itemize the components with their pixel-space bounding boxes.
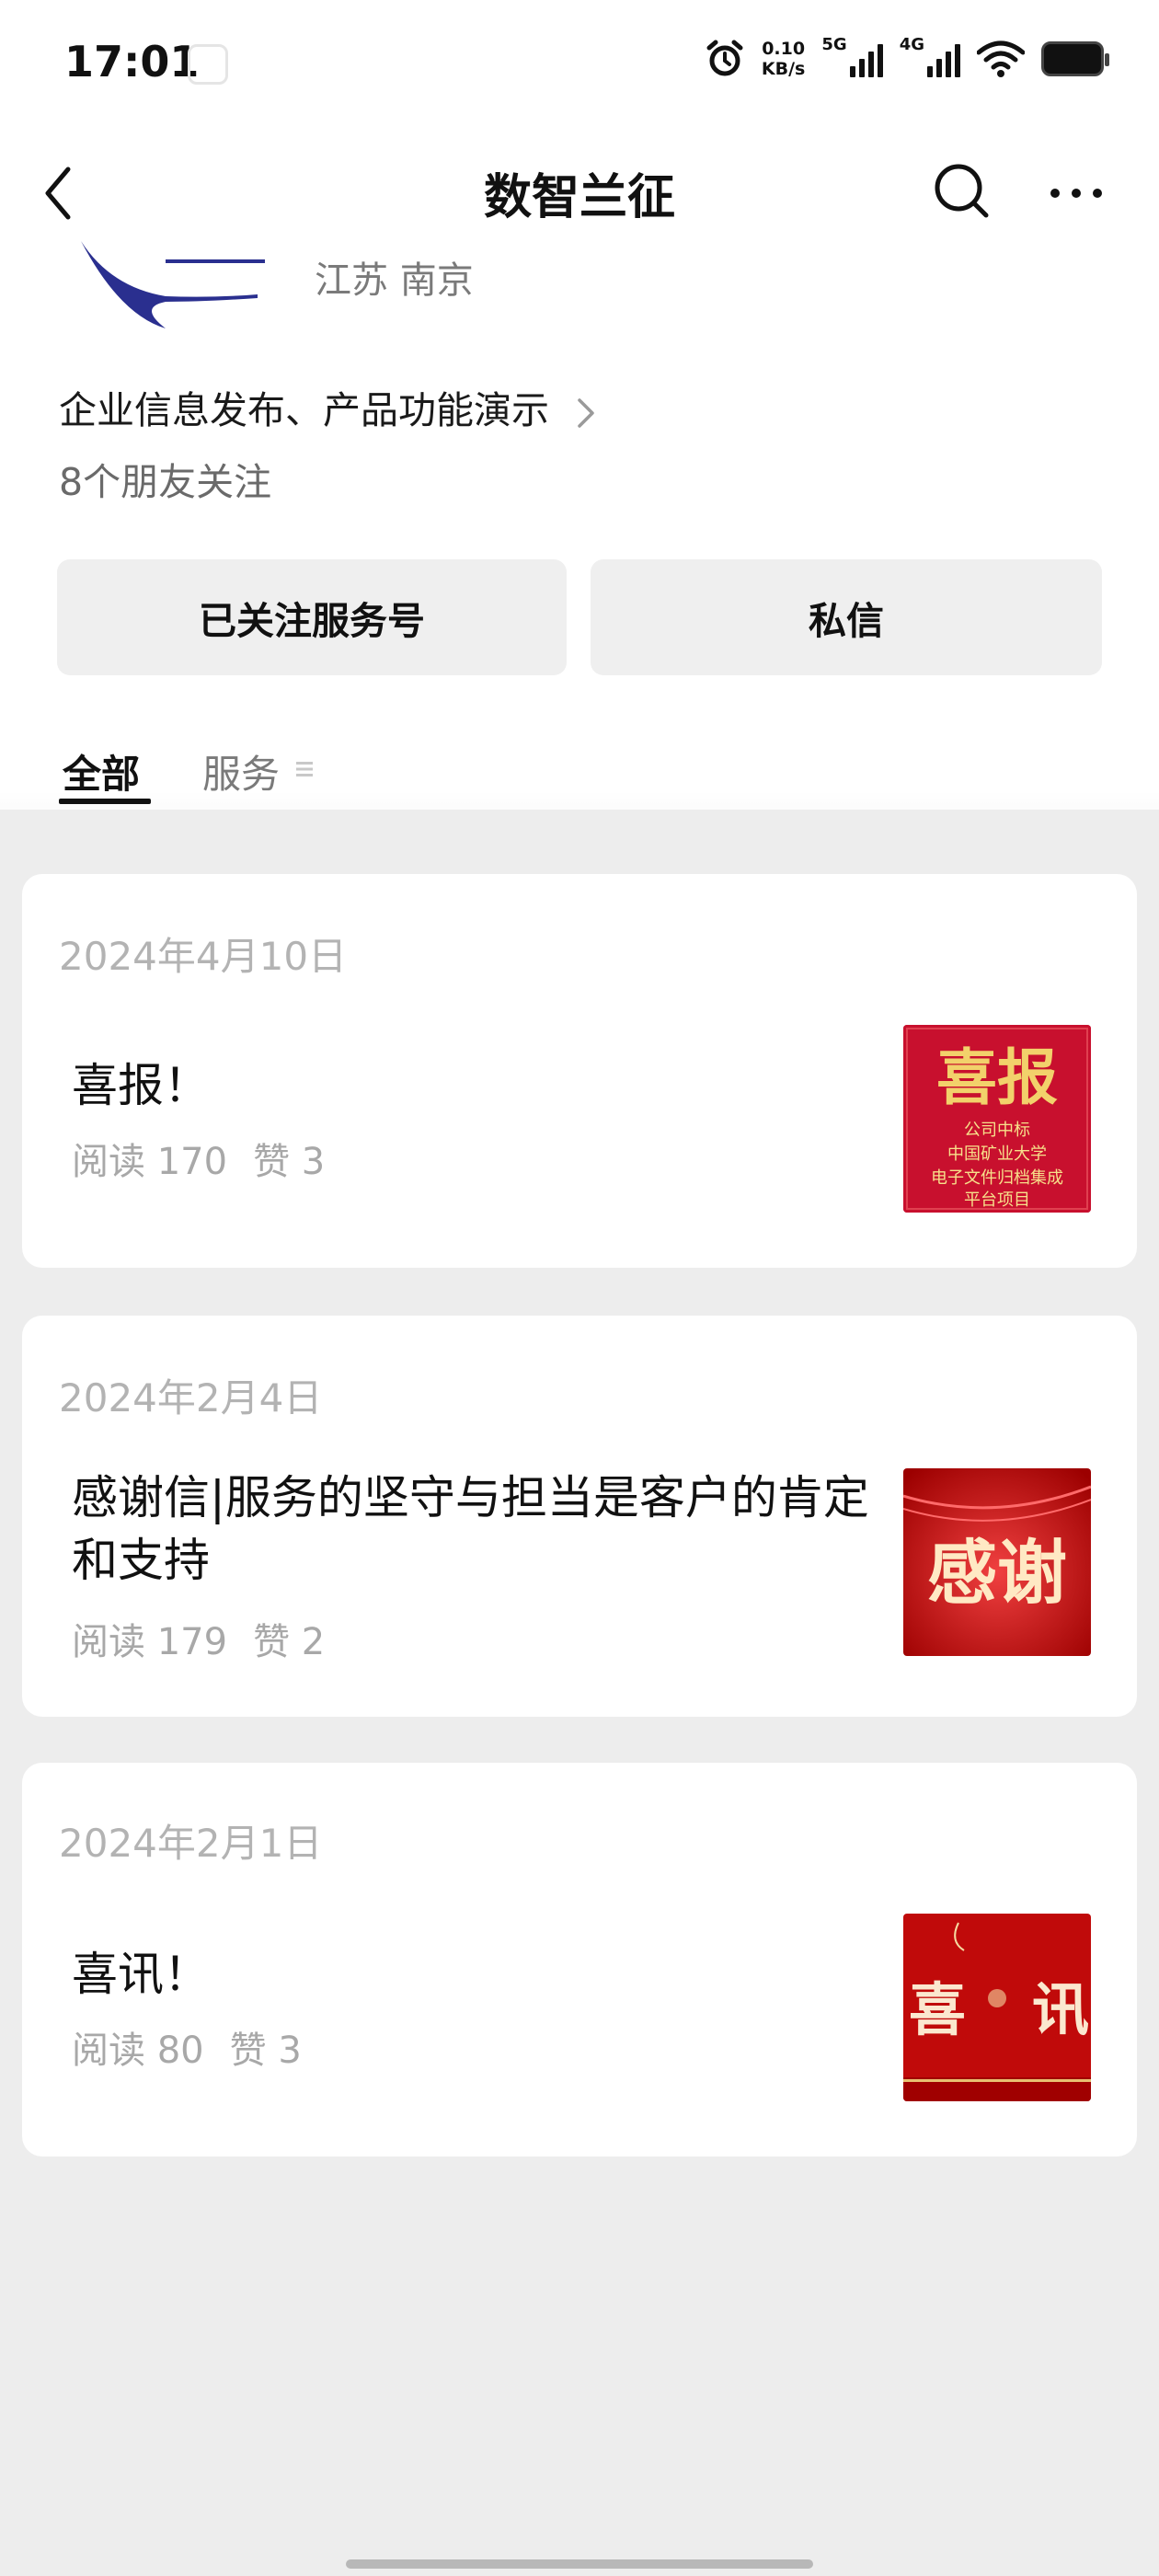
- signal-5g-label: 5G: [821, 35, 847, 54]
- search-icon[interactable]: [929, 158, 993, 223]
- article-thumbnail: 喜 讯: [903, 1914, 1091, 2101]
- wifi-icon: [977, 40, 1025, 77]
- thumb-headline-right: 讯: [1032, 1976, 1089, 2043]
- home-indicator[interactable]: [346, 2559, 813, 2569]
- account-description-text: 企业信息发布、产品功能演示: [59, 388, 549, 432]
- chevron-right-icon: [578, 398, 594, 428]
- tab-active-indicator: [59, 799, 151, 804]
- article-card[interactable]: 2024年4月10日 喜报！ 阅读 170 赞 3 喜报 公司中标 中国矿业大学 …: [22, 874, 1137, 1268]
- app-notification-icon: [188, 44, 228, 85]
- article-date: 2024年2月1日: [59, 1821, 323, 1866]
- tab-all[interactable]: 全部: [63, 743, 140, 799]
- thumb-headline: 喜报: [936, 1041, 1058, 1113]
- article-stats: 阅读 179 赞 2: [72, 1612, 325, 1665]
- article-card[interactable]: 2024年2月1日 喜讯！ 阅读 80 赞 3 喜 讯: [22, 1763, 1137, 2156]
- article-stats: 阅读 80 赞 3: [72, 2020, 302, 2074]
- alarm-icon: [706, 40, 743, 76]
- article-likes: 赞 2: [253, 1621, 326, 1663]
- article-thumbnail: 感谢: [903, 1468, 1091, 1656]
- signal-4g-icon: 4G: [900, 35, 960, 77]
- account-logo: [81, 241, 265, 328]
- thumb-line-2: 中国矿业大学: [947, 1144, 1047, 1164]
- article-date: 2024年2月4日: [59, 1375, 323, 1420]
- thumb-headline: 感谢: [927, 1532, 1067, 1614]
- article-title: 喜讯！: [72, 1948, 210, 2001]
- article-reads: 阅读 179: [72, 1621, 228, 1663]
- article-likes: 赞 3: [253, 1141, 326, 1183]
- thumb-line-4: 平台项目: [964, 1190, 1030, 1210]
- private-message-button[interactable]: 私信: [591, 559, 1102, 675]
- thumb-headline-left: 喜: [909, 1976, 966, 2043]
- tab-services[interactable]: 服务: [202, 743, 280, 799]
- signal-5g-icon: 5G: [821, 35, 883, 77]
- article-reads: 阅读 80: [72, 2030, 204, 2072]
- status-icons: 0.10 KB/s 5G 4G: [705, 35, 1109, 79]
- thumb-line-1: 公司中标: [964, 1121, 1030, 1140]
- thumb-line-3: 电子文件归档集成: [931, 1168, 1063, 1188]
- article-stats: 阅读 170 赞 3: [72, 1132, 325, 1185]
- article-thumbnail: 喜报 公司中标 中国矿业大学 电子文件归档集成 平台项目: [903, 1025, 1091, 1213]
- friends-following: 8个朋友关注: [59, 460, 272, 504]
- account-description[interactable]: 企业信息发布、产品功能演示: [59, 379, 596, 434]
- article-date: 2024年4月10日: [59, 934, 348, 979]
- signal-4g-label: 4G: [899, 35, 924, 54]
- battery-icon: [1041, 41, 1109, 76]
- account-location: 江苏 南京: [315, 259, 474, 302]
- net-speed: 0.10 KB/s: [762, 39, 805, 79]
- menu-icon: [296, 762, 313, 776]
- followed-button[interactable]: 已关注服务号: [57, 559, 567, 675]
- article-title: 感谢信|服务的坚守与担当是客户的肯定和支持: [72, 1471, 869, 1587]
- more-icon[interactable]: [1044, 166, 1108, 221]
- status-time: 17:01: [64, 37, 200, 86]
- article-card[interactable]: 2024年2月4日 感谢信|服务的坚守与担当是客户的肯定和支持 阅读 179 赞 …: [22, 1316, 1137, 1717]
- article-reads: 阅读 170: [72, 1141, 228, 1183]
- article-likes: 赞 3: [229, 2030, 302, 2072]
- net-speed-unit: KB/s: [761, 59, 806, 79]
- article-title: 喜报！: [72, 1059, 210, 1112]
- net-speed-value: 0.10: [762, 39, 806, 59]
